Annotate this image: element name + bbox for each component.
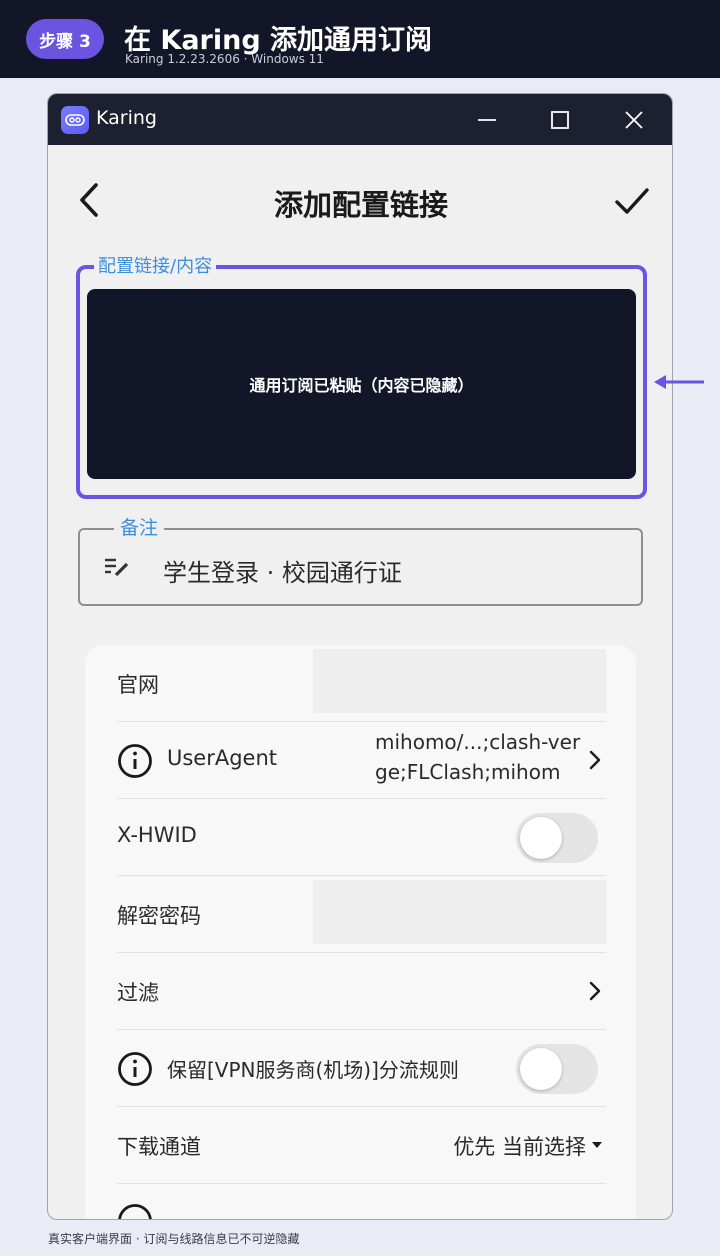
useragent-value: mihomo/...;clash-verge;FLClash;mihom — [375, 730, 581, 784]
useragent-label: UserAgent — [167, 746, 278, 770]
step-banner: 步骤 3 在 Karing 添加通用订阅 Karing 1.2.23.2606 … — [0, 0, 720, 78]
decrypt-password-label: 解密密码 — [117, 904, 201, 928]
maximize-button[interactable] — [546, 106, 574, 134]
info-icon — [118, 1204, 152, 1219]
toggle-knob — [520, 817, 562, 859]
close-icon — [625, 111, 643, 129]
download-channel-label: 下载通道 — [117, 1135, 201, 1159]
note-input[interactable]: 学生登录 · 校园通行证 — [163, 553, 402, 588]
row-useragent[interactable]: UserAgent mihomo/...;clash-verge;FLClash… — [117, 722, 606, 799]
footer-note: 真实客户端界面 · 订阅与线路信息已不可逆隐藏 — [48, 1232, 300, 1246]
decrypt-password-input[interactable] — [313, 880, 606, 944]
edit-note-icon — [105, 558, 129, 577]
close-button[interactable] — [620, 106, 648, 134]
row-xhwid: X-HWID — [117, 799, 606, 876]
row-decrypt-password: 解密密码 — [117, 876, 606, 953]
download-channel-value[interactable]: 优先 当前选择 — [453, 1131, 586, 1161]
title-bar[interactable]: Karing — [48, 94, 672, 145]
filter-label: 过滤 — [117, 981, 159, 1005]
xhwid-toggle[interactable] — [516, 813, 598, 863]
info-icon[interactable] — [117, 1051, 153, 1087]
settings-card: 官网 UserAgent mihomo/...;clash-verge;FLCl… — [85, 645, 636, 1219]
app-name: Karing — [96, 107, 157, 129]
banner-subtitle: Karing 1.2.23.2606 · Windows 11 — [125, 52, 324, 66]
toggle-knob — [520, 1048, 562, 1090]
chevron-right-icon — [589, 750, 601, 770]
maximize-icon — [551, 111, 569, 129]
xhwid-label: X-HWID — [117, 823, 197, 847]
step-badge: 步骤 3 — [26, 19, 104, 59]
config-link-field[interactable]: 配置链接/内容 通用订阅已粘贴（内容已隐藏） — [76, 256, 647, 499]
confirm-button[interactable] — [613, 184, 651, 218]
website-label: 官网 — [117, 673, 159, 697]
row-download-channel[interactable]: 下载通道 优先 当前选择 — [117, 1107, 606, 1184]
arrow-left-icon — [654, 375, 704, 389]
dropdown-arrow-icon — [592, 1142, 602, 1148]
minimize-icon — [478, 119, 496, 121]
row-filter[interactable]: 过滤 — [117, 953, 606, 1030]
row-partial — [117, 1184, 606, 1219]
row-website: 官网 — [117, 645, 606, 722]
check-icon — [615, 188, 649, 214]
karing-logo-icon — [61, 106, 89, 134]
app-window: Karing 添加配置链接 配置链接/内容 通用订阅已粘贴（内容已隐藏） 备注 … — [47, 93, 673, 1220]
keep-rules-toggle[interactable] — [516, 1044, 598, 1094]
note-label: 备注 — [114, 516, 165, 540]
minimize-button[interactable] — [473, 106, 501, 134]
row-keep-rules: 保留[VPN服务商(机场)]分流规则 — [117, 1030, 606, 1107]
note-field[interactable]: 备注 学生登录 · 校园通行证 — [78, 516, 643, 606]
info-icon[interactable] — [117, 743, 153, 779]
config-link-input[interactable]: 通用订阅已粘贴（内容已隐藏） — [87, 289, 636, 479]
config-link-label: 配置链接/内容 — [94, 256, 217, 278]
keep-rules-label: 保留[VPN服务商(机场)]分流规则 — [167, 1058, 459, 1082]
page-title: 添加配置链接 — [273, 188, 448, 222]
website-input[interactable] — [313, 649, 606, 713]
chevron-right-icon — [589, 981, 601, 1001]
